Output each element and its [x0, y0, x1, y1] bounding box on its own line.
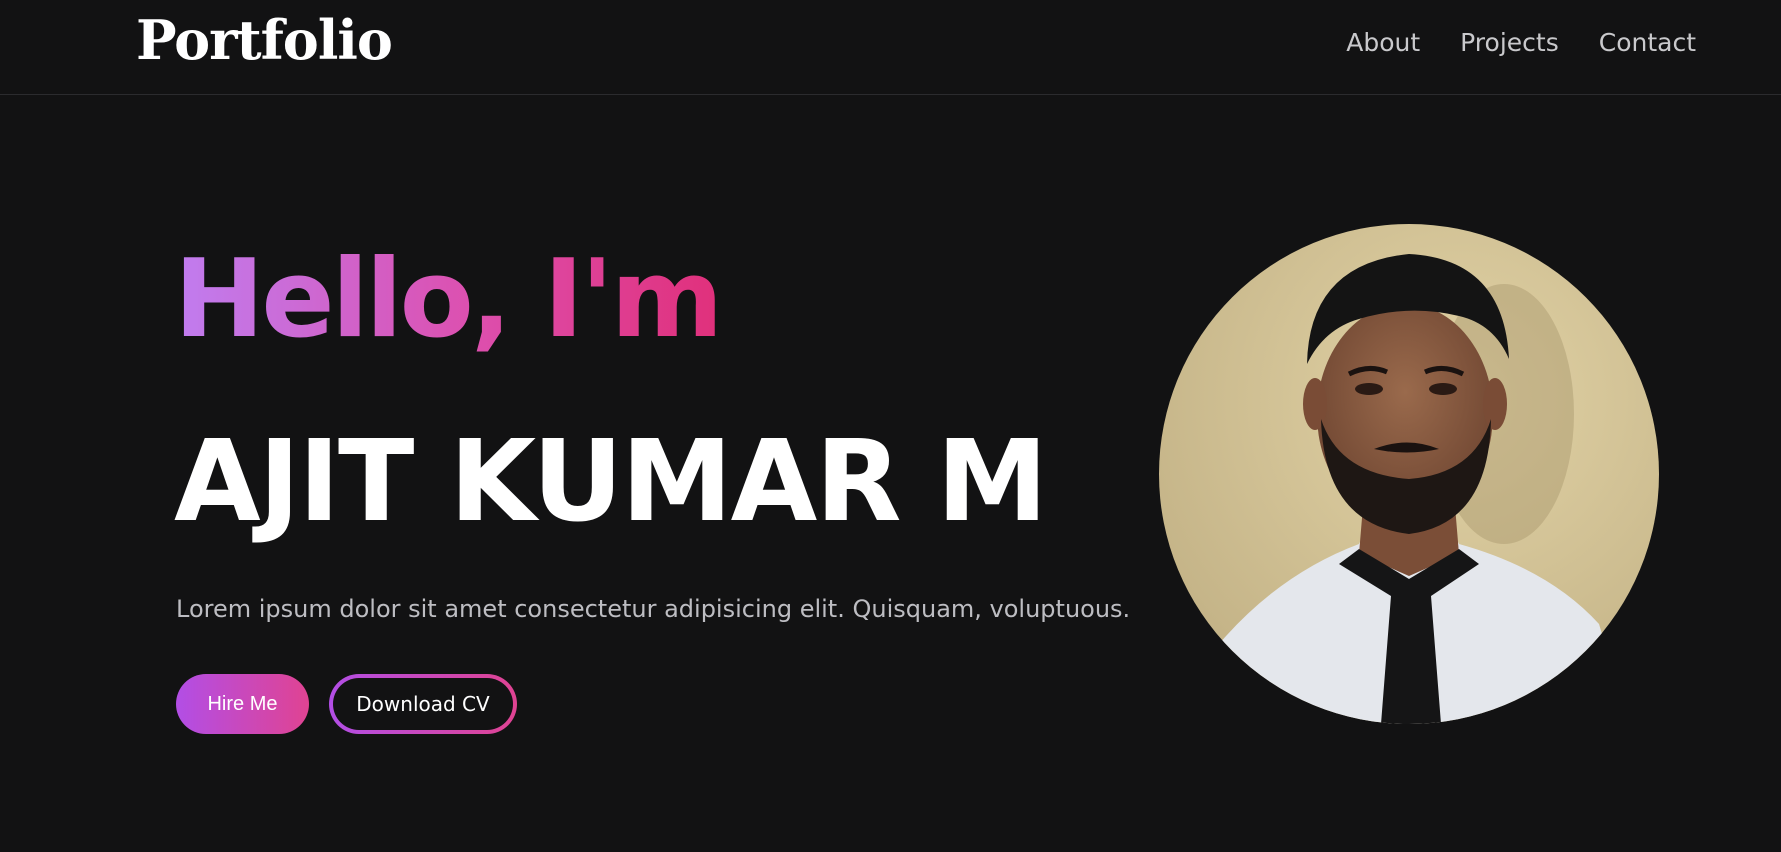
download-cv-button[interactable]: Download CV: [329, 674, 517, 734]
nav-link-contact[interactable]: Contact: [1599, 28, 1696, 57]
download-cv-label: Download CV: [333, 678, 513, 730]
logo[interactable]: Portfolio: [136, 8, 393, 72]
hero-greeting: Hello, I'm: [174, 237, 723, 362]
nav-link-projects[interactable]: Projects: [1460, 28, 1559, 57]
hero-name: AJIT KUMAR M: [174, 417, 1048, 547]
nav-link-about[interactable]: About: [1346, 28, 1420, 57]
profile-photo: [1159, 224, 1659, 724]
hire-me-button[interactable]: Hire Me: [176, 674, 309, 734]
navbar: Portfolio About Projects Contact: [0, 0, 1781, 95]
nav-links: About Projects Contact: [1346, 28, 1696, 57]
hero-description: Lorem ipsum dolor sit amet consectetur a…: [176, 595, 1131, 623]
